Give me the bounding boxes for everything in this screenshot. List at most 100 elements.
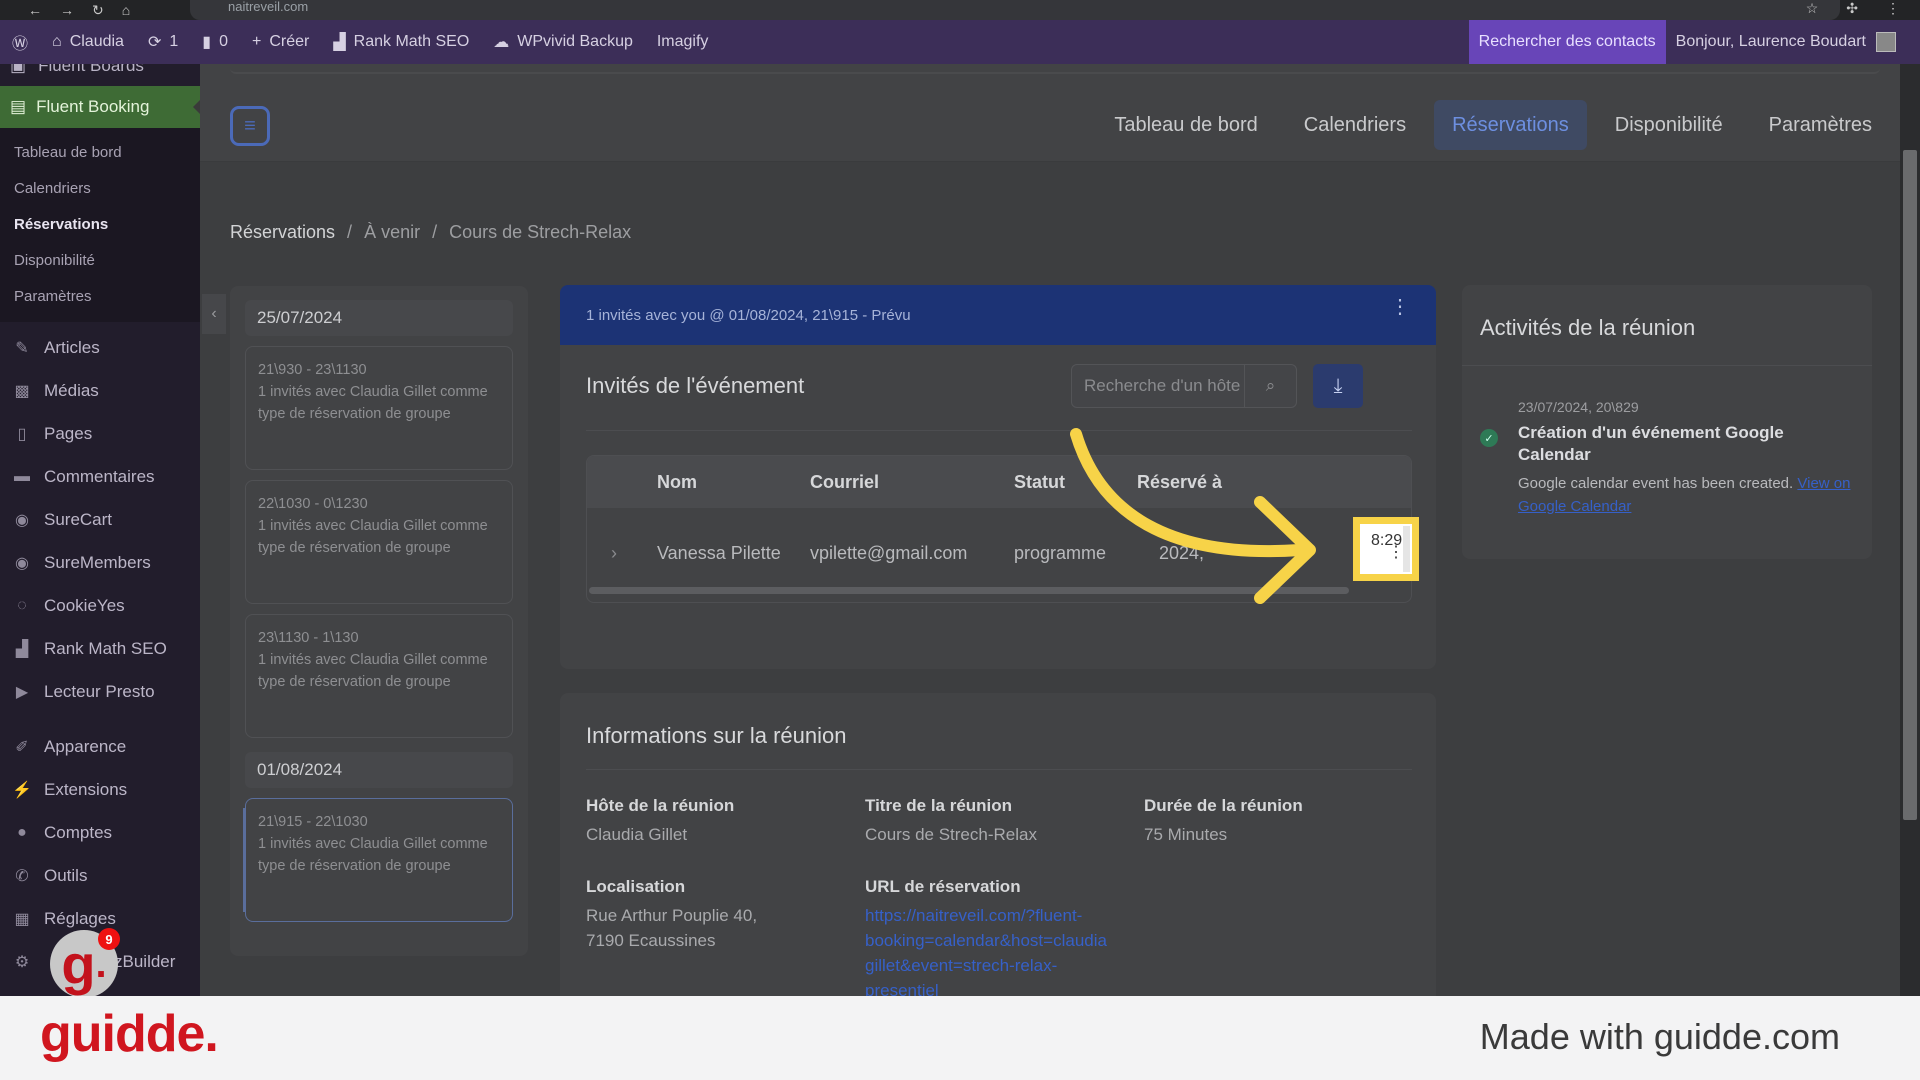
sidebar-item-rank-math[interactable]: ▟ Rank Math SEO (0, 627, 200, 670)
settings-icon: ▦ (14, 910, 30, 928)
activity-item-desc: Google calendar event has been created. … (1518, 475, 1851, 515)
wpvivid-link[interactable]: ☁ WPvivid Backup (481, 20, 645, 64)
new-content-link[interactable]: + Créer (240, 20, 321, 64)
host-search-input[interactable]: Recherche d'un hôte ⌕ (1071, 364, 1297, 408)
meeting-duration: Durée de la réunion 75 Minutes (1144, 796, 1303, 844)
rankmath-link[interactable]: ▟ Rank Math SEO (321, 20, 481, 64)
sidebar-item-articles[interactable]: ✎ Articles (0, 326, 200, 369)
sidebar-item-cookieyes[interactable]: ◌ CookieYes (0, 584, 200, 627)
search-icon[interactable]: ⌕ (1244, 365, 1296, 407)
avatar (1876, 32, 1896, 52)
download-button[interactable]: ⤓ (1313, 364, 1363, 408)
pin-icon: ✎ (15, 339, 29, 357)
tab-availability[interactable]: Disponibilité (1597, 100, 1741, 150)
collapse-sidebar-button[interactable]: ‹ (202, 294, 226, 334)
chevron-right-icon[interactable]: › (611, 508, 617, 598)
check-icon: ✓ (1480, 429, 1498, 447)
guidde-footer: guidde. Made with guidde.com (0, 996, 1920, 1080)
sidebar-item-fluent-booking[interactable]: ▤ Fluent Booking (0, 86, 200, 128)
comments-link[interactable]: ▮ 0 (190, 20, 240, 64)
booking-url-link[interactable]: https://naitreveil.com/?fluent-booking=c… (865, 903, 1107, 1003)
app-nav: ≡ Tableau de bord Calendriers Réservatio… (200, 64, 1900, 162)
activity-title: Activités de la réunion (1480, 315, 1696, 340)
sidebar-item-pages[interactable]: ▯ Pages (0, 412, 200, 455)
sidebar-item-fluent-boards[interactable]: ▣ Fluent Boards (0, 64, 200, 84)
sidebar-item-presto-player[interactable]: ▶ Lecteur Presto (0, 670, 200, 713)
breadcrumb-current: Cours de Strech-Relax (449, 222, 632, 242)
more-options-icon[interactable]: ⋮ (1390, 297, 1410, 317)
tab-calendars[interactable]: Calendriers (1286, 100, 1424, 150)
chart-icon: ▟ (15, 640, 29, 658)
meeting-title: Titre de la réunion Cours de Strech-Relax (865, 796, 1037, 844)
admin-sidebar: ▣ Fluent Boards ▤ Fluent Booking Tableau d… (0, 64, 200, 1000)
booking-date-list: 25/07/2024 21\930 - 23\1130 1 invités ave… (230, 286, 528, 956)
row-actions-highlight[interactable]: 8:29 ⋮ (1353, 517, 1419, 581)
fluent-booking-logo-icon[interactable]: ≡ (230, 106, 270, 146)
fluent-booking-submenu: Tableau de bord Calendriers Réservations… (0, 128, 200, 322)
sidebar-item-surecart[interactable]: ◉ SureCart (0, 498, 200, 541)
wordpress-logo-icon[interactable]: Ⓦ (0, 20, 40, 64)
plugin-icon: ⚡ (12, 781, 32, 799)
submenu-item-settings[interactable]: Paramètres (0, 278, 200, 314)
updates-link[interactable]: ⟳ 1 (136, 20, 190, 64)
list-item-selected[interactable]: 21\915 - 22\1030 1 invités avec Claudia G… (245, 798, 513, 922)
site-name-link[interactable]: ⌂ Claudia (40, 20, 136, 64)
main-content: ≡ Tableau de bord Calendriers Réservatio… (200, 64, 1900, 1013)
reload-icon[interactable]: ↻ (92, 2, 104, 19)
browser-toolbar: ← → ↻ ⌂ naitreveil.com ☆ ✣ ⋮ (0, 0, 1920, 20)
boards-icon: ▣ (10, 64, 27, 75)
meeting-info-panel: Informations sur la réunion Hôte de la r… (560, 693, 1436, 1013)
search-contacts-button[interactable]: Rechercher des contacts (1468, 20, 1666, 64)
user-account-menu[interactable]: Bonjour, Laurence Boudart (1666, 20, 1920, 64)
activity-item-title: Création d'un événement Google Calendar (1518, 423, 1784, 464)
table-row[interactable]: › Vanessa Pilette vpilette@gmail.com pro… (587, 508, 1411, 598)
submenu-item-dashboard[interactable]: Tableau de bord (0, 134, 200, 170)
forward-icon[interactable]: → (60, 2, 74, 18)
back-icon[interactable]: ← (28, 2, 42, 18)
imagify-link[interactable]: Imagify (645, 20, 721, 64)
page-scrollbar[interactable] (1900, 64, 1920, 1000)
breadcrumb-bookings[interactable]: Réservations (230, 222, 335, 243)
breadcrumb-upcoming[interactable]: À venir (364, 222, 420, 243)
tab-settings[interactable]: Paramètres (1751, 100, 1890, 150)
column-booked-at: Réservé à (1137, 471, 1223, 492)
breadcrumb: Réservations / À venir / Cours de Strech-R… (230, 222, 632, 243)
list-item[interactable]: 21\930 - 23\1130 1 invités avec Claudia G… (245, 346, 513, 470)
brush-icon: ✐ (15, 738, 29, 756)
date-group-header: 01/08/2024 (245, 752, 513, 788)
sidebar-item-users[interactable]: ● Comptes (0, 811, 200, 854)
home-icon[interactable]: ⌂ (122, 2, 130, 18)
surecart-icon: ◉ (15, 511, 29, 529)
comment-icon: ▮ (202, 34, 212, 51)
sidebar-item-media[interactable]: ▩ Médias (0, 369, 200, 412)
guidde-logo: guidde. (40, 1005, 219, 1063)
submenu-item-bookings[interactable]: Réservations (0, 206, 200, 242)
sidebar-item-plugins[interactable]: ⚡ Extensions (0, 768, 200, 811)
sidebar-item-suremembers[interactable]: ◉ SureMembers (0, 541, 200, 584)
submenu-item-calendars[interactable]: Calendriers (0, 170, 200, 206)
address-bar[interactable]: naitreveil.com (190, 0, 1840, 20)
sidebar-menu: ✎ Articles ▩ Médias ▯ Pages ▬ Commentaires ◉… (0, 322, 200, 983)
extensions-icon[interactable]: ✣ (1846, 0, 1858, 17)
user-icon: ● (17, 823, 27, 841)
tab-bookings[interactable]: Réservations (1434, 100, 1587, 150)
list-item[interactable]: 23\1130 - 1\130 1 invités avec Claudia Gi… (245, 614, 513, 738)
sidebar-item-comments[interactable]: ▬ Commentaires (0, 455, 200, 498)
wrench-icon: ✆ (15, 867, 29, 885)
table-scrollbar[interactable] (589, 587, 1349, 594)
kebab-menu-icon[interactable]: ⋮ (1886, 0, 1900, 17)
chart-icon: ▟ (333, 34, 346, 51)
booking-icon: ▤ (10, 97, 27, 116)
column-name: Nom (657, 471, 697, 492)
star-icon[interactable]: ☆ (1806, 0, 1819, 17)
sidebar-item-appearance[interactable]: ✐ Apparence (0, 725, 200, 768)
meeting-activity-panel: Activités de la réunion 23/07/2024, 20\8… (1462, 285, 1872, 559)
submenu-item-availability[interactable]: Disponibilité (0, 242, 200, 278)
sidebar-item-tools[interactable]: ✆ Outils (0, 854, 200, 897)
tab-dashboard[interactable]: Tableau de bord (1096, 100, 1275, 150)
row-actions-icon[interactable]: ⋮ (1388, 545, 1404, 561)
list-item[interactable]: 22\1030 - 0\1230 1 invités avec Claudia G… (245, 480, 513, 604)
suremembers-icon: ◉ (15, 554, 29, 572)
home-icon: ⌂ (52, 33, 62, 50)
guidde-badge-icon[interactable]: g.9 (50, 928, 120, 998)
